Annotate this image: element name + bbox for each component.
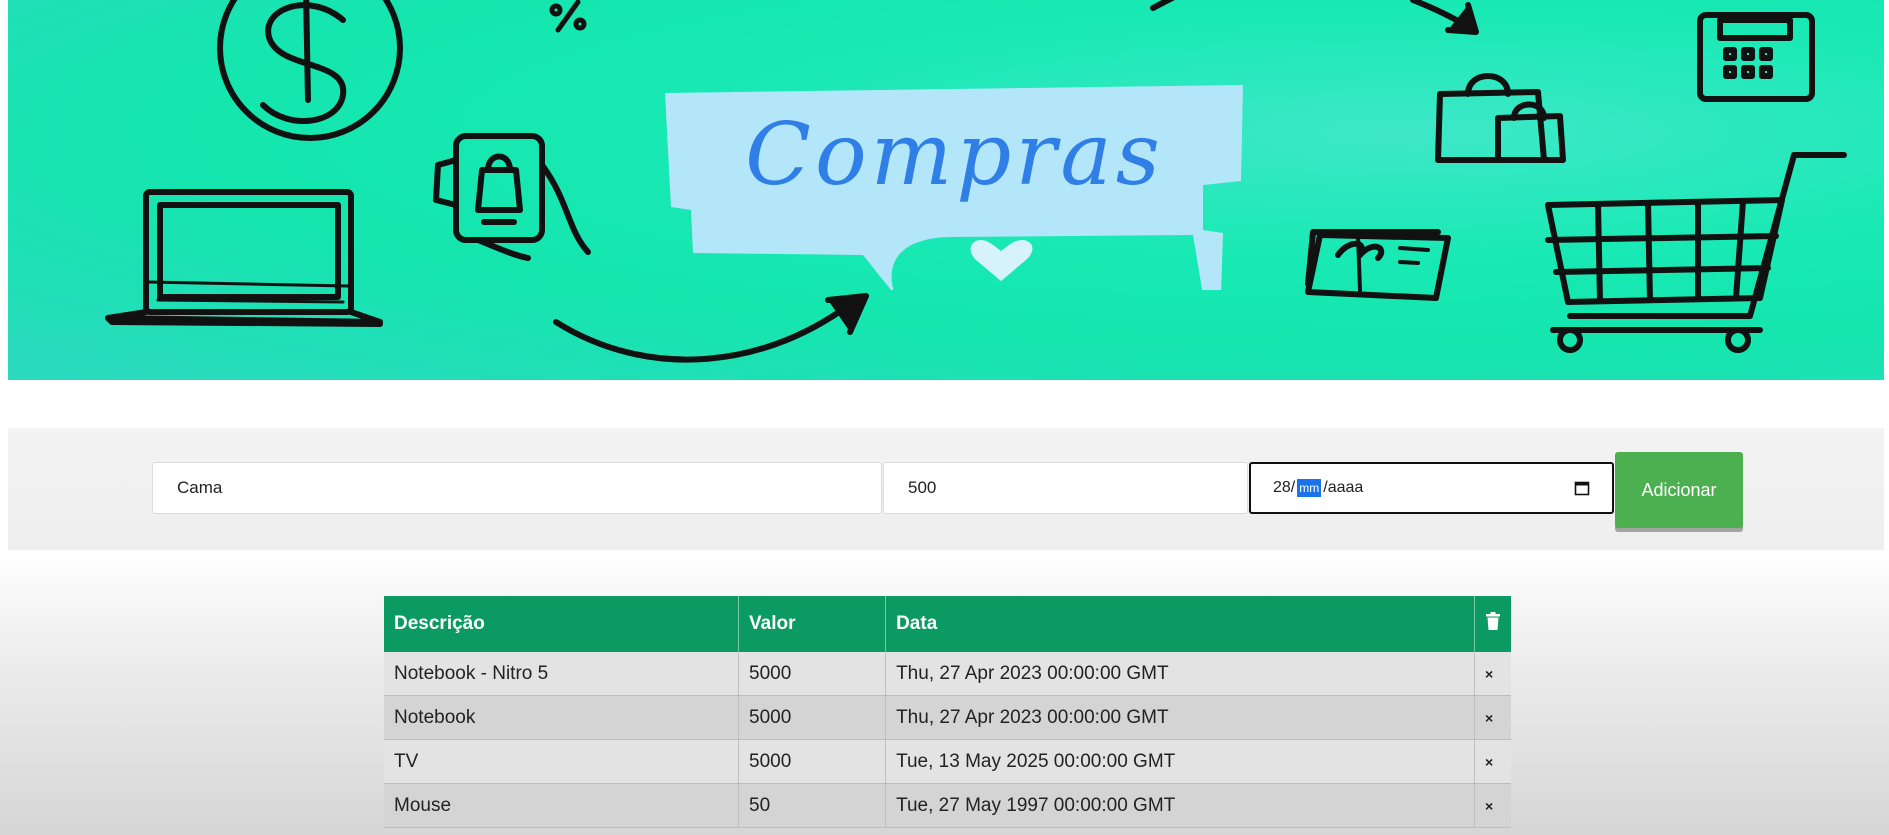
- date-separator: /: [1290, 479, 1296, 496]
- cell-descricao: Notebook - Nitro 5: [384, 652, 740, 696]
- date-input[interactable]: 28 / mm / aaaa: [1249, 462, 1614, 514]
- phone-shopping-icon: [433, 133, 591, 261]
- cell-data: Tue, 13 May 2025 00:00:00 GMT: [885, 739, 1475, 784]
- table-row: Notebook 5000 Thu, 27 Apr 2023 00:00:00 …: [384, 695, 1511, 740]
- shopping-bags-icon: [1435, 73, 1566, 163]
- value-input[interactable]: [883, 462, 1248, 514]
- cell-data: Tue, 27 May 1997 00:00:00 GMT: [885, 783, 1475, 828]
- description-input[interactable]: [152, 462, 882, 514]
- curved-arrow-icon: [553, 293, 869, 363]
- table-row: Notebook - Nitro 5 5000 Thu, 27 Apr 2023…: [384, 652, 1511, 696]
- date-year[interactable]: aaaa: [1328, 479, 1364, 497]
- trash-icon: [1486, 612, 1500, 630]
- calculator-icon: [1697, 12, 1815, 102]
- purchases-table: Descrição Valor Data Notebook - Nitro 5 …: [384, 596, 1511, 828]
- header-descricao: Descrição: [384, 596, 740, 652]
- table-header-row: Descrição Valor Data: [384, 596, 1511, 652]
- delete-row-button[interactable]: ×: [1474, 783, 1511, 828]
- cell-valor: 5000: [738, 739, 887, 784]
- header-delete: [1474, 596, 1511, 652]
- banner-title: Compras: [745, 105, 1164, 205]
- delete-row-button[interactable]: ×: [1474, 739, 1511, 784]
- header-data: Data: [885, 596, 1475, 652]
- delete-row-button[interactable]: ×: [1474, 695, 1511, 740]
- header-valor: Valor: [738, 596, 887, 652]
- top-arrow-icon: [1150, 0, 1479, 35]
- cell-data: Thu, 27 Apr 2023 00:00:00 GMT: [885, 652, 1475, 696]
- cell-valor: 5000: [738, 695, 887, 740]
- banner-title-card: Compras: [663, 85, 1246, 290]
- calendar-icon[interactable]: [1574, 480, 1590, 496]
- cell-descricao: Notebook: [384, 695, 740, 740]
- cell-descricao: TV: [384, 739, 740, 784]
- date-month[interactable]: mm: [1297, 479, 1322, 497]
- cell-valor: 50: [738, 783, 887, 828]
- gift-card-icon: [1305, 229, 1451, 301]
- cell-valor: 5000: [738, 652, 887, 696]
- laptop-icon: [105, 189, 383, 327]
- banner: Compras: [8, 0, 1884, 380]
- cell-descricao: Mouse: [384, 783, 740, 828]
- cell-data: Thu, 27 Apr 2023 00:00:00 GMT: [885, 695, 1475, 740]
- table-row: TV 5000 Tue, 13 May 2025 00:00:00 GMT ×: [384, 739, 1511, 784]
- dollar-coin-icon: [217, 0, 403, 141]
- percent-icon: [549, 0, 587, 33]
- add-button[interactable]: Adicionar: [1615, 452, 1743, 528]
- table-row: Mouse 50 Tue, 27 May 1997 00:00:00 GMT ×: [384, 783, 1511, 828]
- delete-row-button[interactable]: ×: [1474, 652, 1511, 696]
- shopping-cart-icon: [1545, 152, 1847, 353]
- date-day[interactable]: 28: [1273, 479, 1291, 497]
